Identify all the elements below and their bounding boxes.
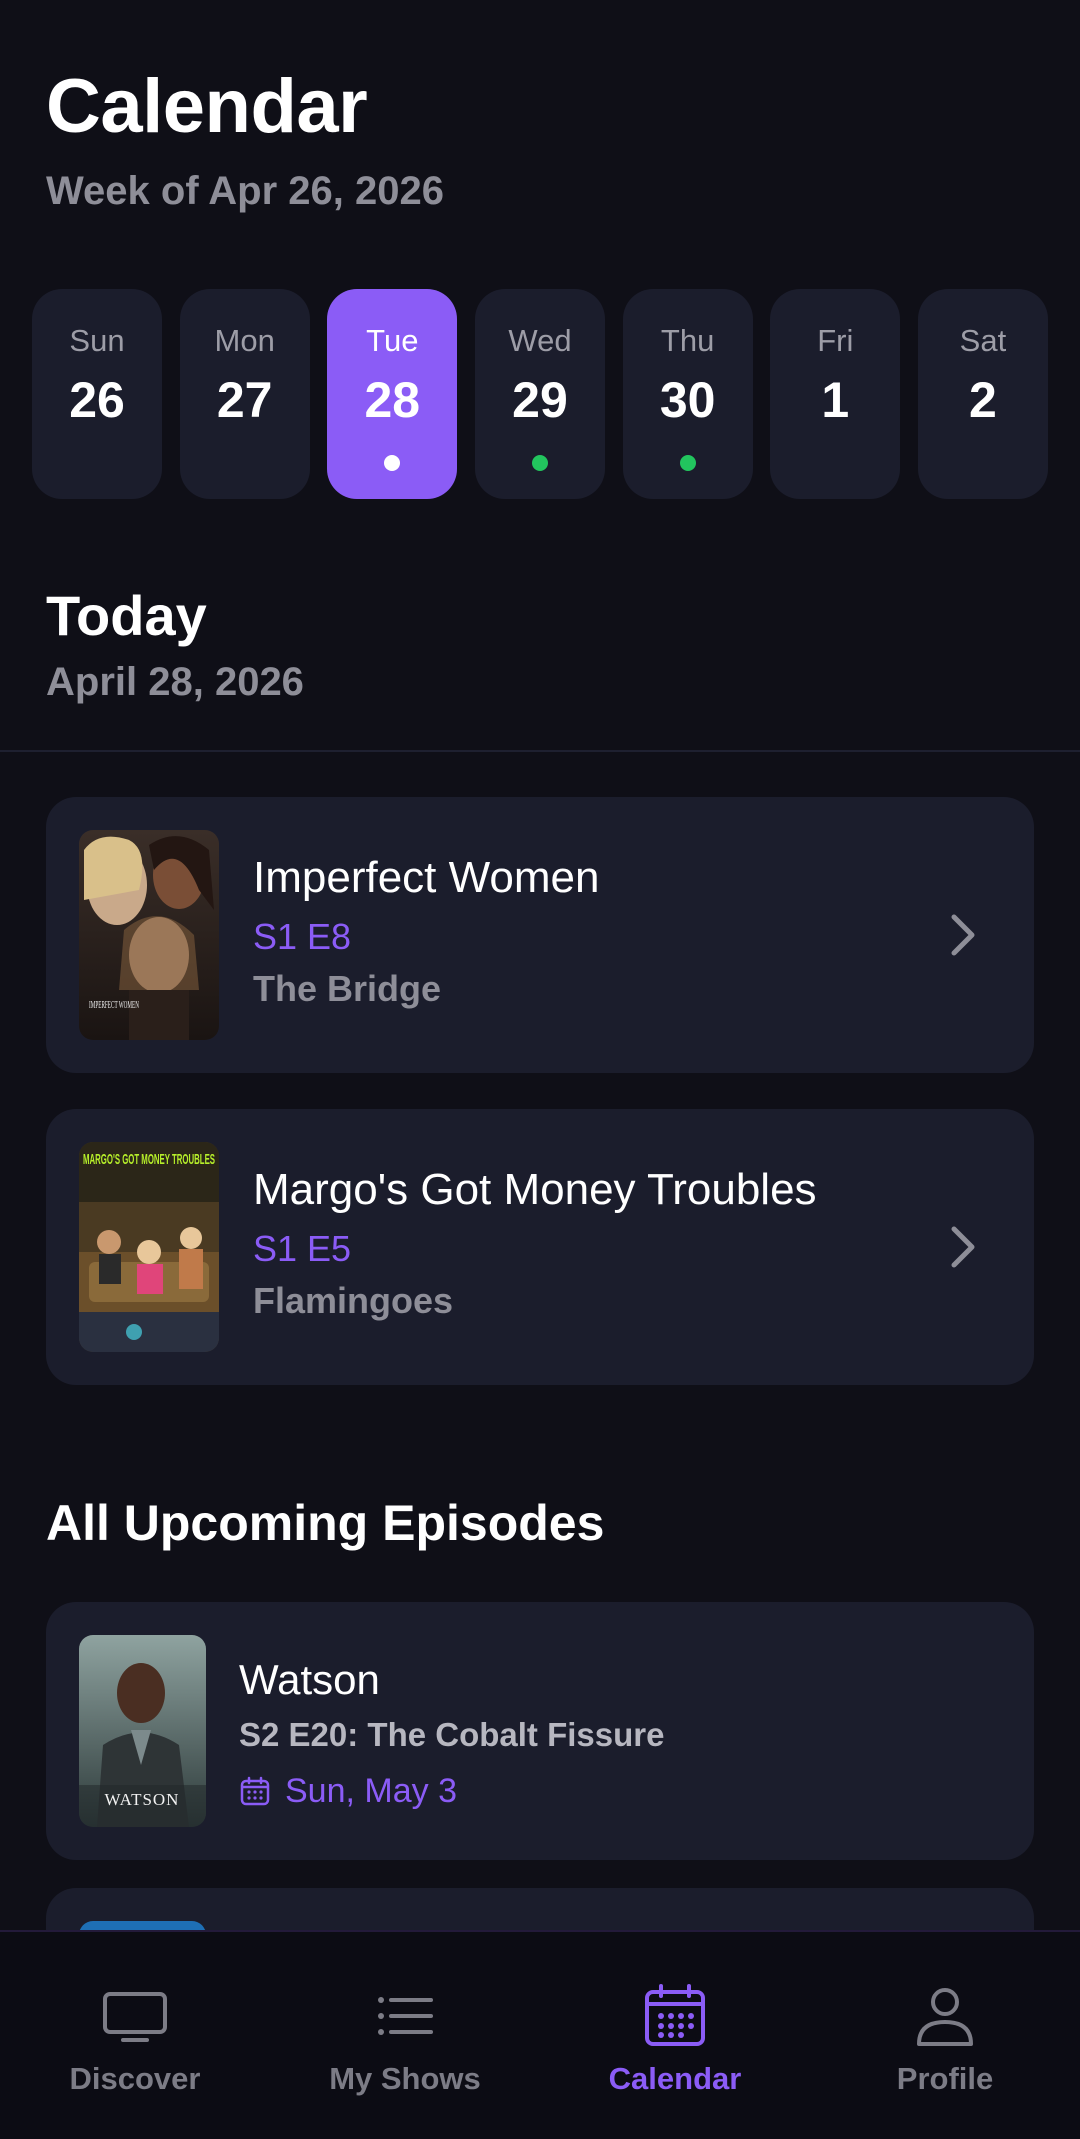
episode-card[interactable]: IMPERFECT WOMEN Imperfect Women S1 E8 Th… (46, 797, 1034, 1073)
today-header: Today April 28, 2026 (46, 583, 304, 707)
day-number: 2 (969, 372, 997, 428)
day-name: Thu (660, 323, 715, 358)
day-fri[interactable]: Fri 1 (770, 289, 901, 499)
nav-label: Calendar (608, 2061, 742, 2096)
air-date: Sun, May 3 (239, 1770, 664, 1812)
show-poster: MARGO'S GOT MONEY TROUBLES (79, 1142, 219, 1352)
user-icon (917, 1988, 973, 2046)
day-name: Tue (366, 323, 419, 358)
day-wed[interactable]: Wed 29 (474, 289, 605, 499)
calendar-icon (240, 1776, 270, 1806)
today-date: April 28, 2026 (46, 660, 304, 704)
day-thu[interactable]: Thu 30 (622, 289, 753, 499)
upcoming-section-title: All Upcoming Episodes (46, 1495, 605, 1551)
episode-code: S1 E8 (253, 916, 352, 957)
show-poster: WATSON (79, 1635, 206, 1827)
show-poster: IMPERFECT WOMEN (79, 830, 219, 1040)
poster-text: IMPERFECT WOMEN (89, 1000, 139, 1011)
bottom-nav: Discover My Shows Calendar Profile (0, 1930, 1080, 2139)
day-number: 30 (659, 372, 716, 428)
nav-my-shows[interactable]: My Shows (270, 1932, 540, 2139)
show-title: Imperfect Women (253, 853, 600, 902)
upcoming-info: Watson S2 E20: The Cobalt Fissure Sun, M… (239, 1654, 664, 1812)
nav-label: Profile (896, 2061, 994, 2096)
day-number: 29 (512, 372, 568, 428)
week-strip: Sun 26 Mon 27 Tue 28 Wed 29 Thu 30 Fri 1… (32, 289, 1048, 499)
day-sun[interactable]: Sun 26 (32, 289, 162, 499)
nav-label: Discover (69, 2061, 201, 2096)
day-name: Mon (214, 323, 275, 358)
day-number: 26 (69, 372, 125, 428)
today-title: Today (46, 584, 207, 647)
show-title: Margo's Got Money Troubles (253, 1165, 817, 1214)
episode-title: The Bridge (253, 968, 442, 1009)
chevron-right-icon (951, 1226, 975, 1268)
air-date-text: Sun, May 3 (285, 1772, 457, 1810)
day-name: Sat (959, 323, 1007, 358)
nav-profile[interactable]: Profile (810, 1932, 1080, 2139)
header: Calendar Week of Apr 26, 2026 (46, 62, 444, 216)
episode-dot (679, 455, 696, 471)
list-icon (378, 1997, 433, 2035)
poster-text: MARGO'S GOT MONEY TROUBLES (83, 1151, 215, 1168)
upcoming-episode-card[interactable]: WATSON Watson S2 E20: The Cobalt Fissure… (46, 1602, 1034, 1860)
page-title: Calendar (46, 64, 368, 149)
poster-text: WATSON (105, 1790, 180, 1809)
day-number: 1 (821, 372, 850, 428)
day-sat[interactable]: Sat 2 (917, 289, 1048, 499)
day-mon[interactable]: Mon 27 (179, 289, 310, 499)
episode-title: S2 E20: The Cobalt Fissure (239, 1716, 665, 1753)
day-name: Sun (69, 323, 125, 358)
day-tue-selected[interactable]: Tue 28 (327, 289, 458, 499)
episode-dot (384, 455, 401, 471)
chevron-right-icon (951, 914, 975, 956)
tv-icon (103, 1992, 167, 2042)
calendar-icon (645, 1984, 705, 2046)
divider (0, 750, 1080, 752)
episode-title: Flamingoes (253, 1280, 454, 1321)
day-name: Fri (817, 323, 854, 358)
episode-code: S1 E5 (253, 1228, 352, 1269)
week-label: Week of Apr 26, 2026 (46, 169, 444, 213)
episode-info: Imperfect Women S1 E8 The Bridge (253, 851, 599, 1011)
day-number: 27 (216, 372, 273, 428)
episode-dot (531, 455, 548, 471)
nav-discover[interactable]: Discover (0, 1932, 270, 2139)
day-number: 28 (364, 372, 421, 428)
nav-label: My Shows (329, 2061, 481, 2096)
show-title: Watson (239, 1656, 380, 1703)
episode-card[interactable]: MARGO'S GOT MONEY TROUBLES Margo's Got M… (46, 1109, 1034, 1385)
nav-calendar[interactable]: Calendar (540, 1932, 810, 2139)
day-name: Wed (508, 323, 572, 358)
episode-info: Margo's Got Money Troubles S1 E5 Flaming… (253, 1163, 817, 1323)
